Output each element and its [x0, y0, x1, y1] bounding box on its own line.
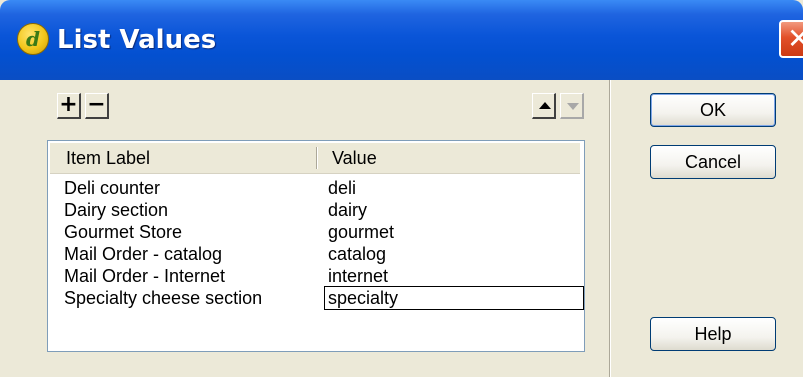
item-label-cell: Mail Order - Internet — [64, 266, 226, 286]
item-label-cell: Mail Order - catalog — [64, 244, 223, 264]
item-label-cell: Specialty cheese section — [64, 288, 263, 308]
help-button[interactable]: Help — [650, 317, 776, 351]
item-label-cell: Dairy section — [64, 200, 169, 220]
value-cell: catalog — [328, 244, 387, 264]
ok-button[interactable]: OK — [650, 93, 776, 127]
value-cell: deli — [328, 178, 357, 198]
value-cell: gourmet — [328, 222, 395, 242]
value-cell: dairy — [328, 200, 368, 220]
dialog-body: + − Item Label Value Deli counter deli D… — [0, 80, 803, 377]
table-row[interactable]: Specialty cheese section specialty — [50, 286, 584, 310]
dreamweaver-icon: d — [17, 23, 49, 55]
close-icon: ✕ — [787, 22, 803, 55]
item-label-cell: Gourmet Store — [64, 222, 183, 242]
table-row[interactable]: Mail Order - catalog catalog — [50, 243, 580, 265]
window-title: List Values — [57, 25, 217, 55]
remove-item-button[interactable]: − — [85, 93, 109, 119]
column-divider[interactable] — [316, 147, 317, 169]
add-item-button[interactable]: + — [57, 93, 81, 119]
list-values-table[interactable]: Item Label Value Deli counter deli Dairy… — [47, 140, 585, 352]
list-values-dialog: d List Values ✕ + − Item Label Value Del… — [0, 0, 803, 377]
table-header: Item Label Value — [50, 143, 580, 174]
value-edit-text: specialty — [328, 288, 399, 308]
move-down-button[interactable] — [560, 93, 584, 119]
cancel-button[interactable]: Cancel — [650, 145, 776, 179]
close-button[interactable]: ✕ — [779, 20, 803, 58]
arrow-down-icon — [567, 103, 579, 110]
table-row[interactable]: Gourmet Store gourmet — [50, 221, 580, 243]
value-edit-field[interactable]: specialty — [324, 286, 584, 310]
arrow-up-icon — [539, 102, 551, 109]
column-header-item-label[interactable]: Item Label — [66, 143, 150, 173]
table-row[interactable]: Dairy section dairy — [50, 199, 580, 221]
value-cell: internet — [328, 266, 389, 286]
table-row[interactable]: Mail Order - Internet internet — [50, 265, 580, 287]
move-up-button[interactable] — [532, 93, 556, 119]
column-header-value[interactable]: Value — [332, 143, 377, 173]
table-row[interactable]: Deli counter deli — [50, 177, 580, 199]
item-label-cell: Deli counter — [64, 178, 161, 198]
title-bar[interactable]: d List Values ✕ — [0, 0, 803, 80]
vertical-divider — [609, 80, 610, 377]
